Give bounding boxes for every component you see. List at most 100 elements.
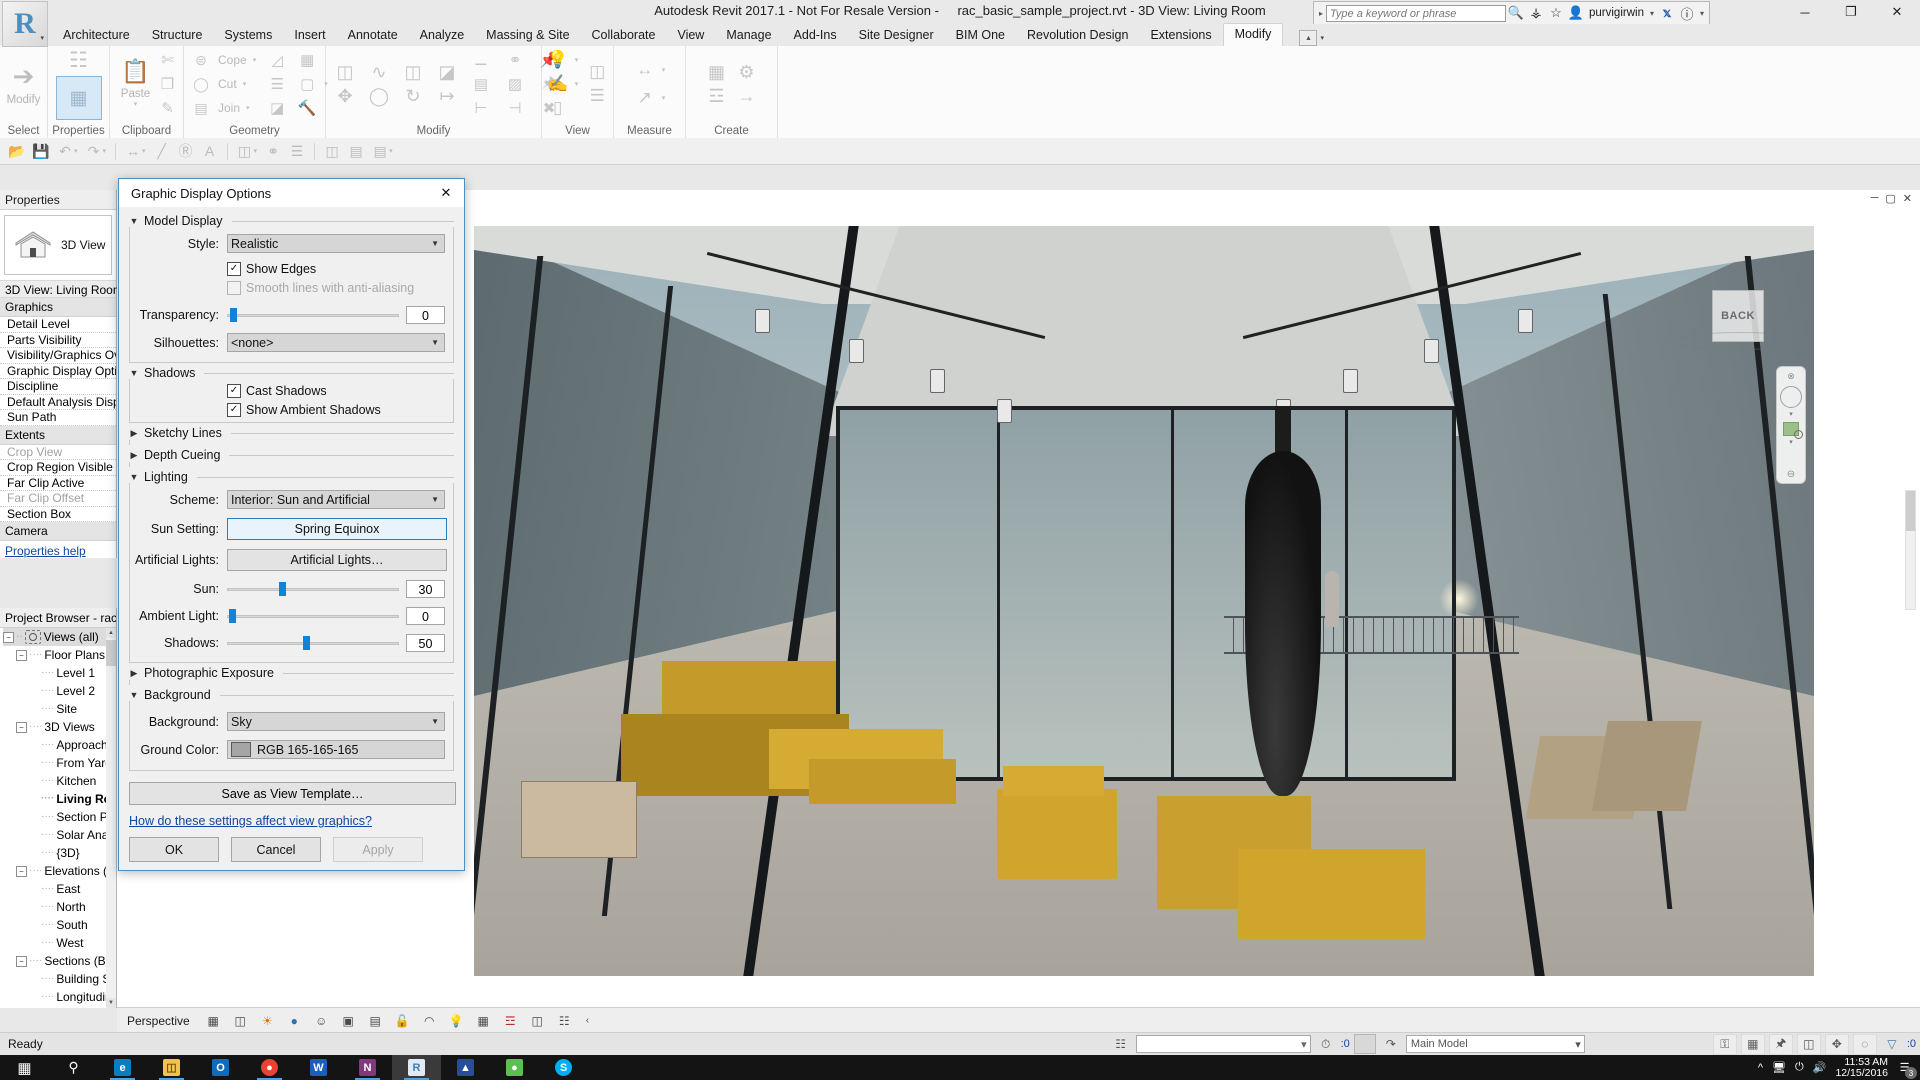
cut-geometry-icon[interactable]: ◯ [190,74,212,94]
filter-icon[interactable]: ▽ [1881,1035,1903,1054]
split-with-gap-icon[interactable]: ⚭ [504,50,526,70]
select-links-icon[interactable]: ⚿ [1712,1033,1737,1055]
property-row-parts-visibility[interactable]: Parts Visibility [0,333,116,348]
tree-node-section-perspective[interactable]: ···· Section Pe [3,808,116,826]
ok-button[interactable]: OK [129,837,219,862]
show-edges-checkbox[interactable]: ✓ [227,262,241,276]
beam-join-icon[interactable]: ▢ [296,74,318,94]
taskbar-outlook[interactable]: O [196,1055,245,1080]
copy-element-icon[interactable]: ◯ [368,86,390,106]
taskbar-search-button[interactable]: ⚲ [49,1055,98,1080]
switch-join-icon[interactable]: ◪ [266,98,288,118]
redo-chevron-icon[interactable]: ▾ [103,147,107,155]
tab-architecture[interactable]: Architecture [52,25,141,46]
type-selector[interactable]: 3D View [4,215,112,275]
move-icon[interactable]: ✥ [334,86,356,106]
rendering-dialog-icon[interactable]: ☺ [312,1012,331,1030]
tag-by-category-icon[interactable]: Ⓡ [175,141,197,162]
scale-icon[interactable]: ▨ [504,74,526,94]
tree-expander-icon[interactable]: − [16,649,27,661]
user-name-label[interactable]: purvigirwin [1586,7,1647,19]
design-options-chevron-icon[interactable]: ▾ [1301,1038,1307,1051]
demolish-icon[interactable]: ☰ [266,74,288,94]
property-row-graphic-display-options[interactable]: Graphic Display Opti [0,364,116,379]
search-input[interactable]: Type a keyword or phrase [1326,4,1506,22]
revit-application-menu-button[interactable]: R ▾ [2,1,48,47]
text-icon[interactable]: A [199,141,221,162]
style-dropdown[interactable]: Realistic ▼ [227,234,445,253]
panel-label-select[interactable]: Select [0,125,47,137]
scheme-dropdown[interactable]: Interior: Sun and Artificial ▼ [227,490,445,509]
property-row-section-box[interactable]: Section Box [0,507,116,522]
section-header-lighting[interactable]: ▼ Lighting [129,470,454,484]
property-row-discipline[interactable]: Discipline [0,379,116,395]
tab-extensions[interactable]: Extensions [1139,25,1222,46]
select-underlay-icon[interactable]: ▦ [1740,1033,1765,1055]
paintbrush-icon[interactable]: ✍ [547,74,569,94]
minimize-button[interactable]: ─ [1782,0,1828,24]
dialog-title-bar[interactable]: Graphic Display Options ✕ [119,179,464,207]
view-vertical-scrollbar[interactable] [1905,490,1916,610]
slider-thumb[interactable] [230,308,238,322]
detail-line-icon[interactable]: ╱ [151,141,173,162]
taskbar-navisworks[interactable]: ▲ [441,1055,490,1080]
tray-expand-chevron-icon[interactable]: ^ [1758,1062,1763,1074]
create-assembly-icon[interactable]: → [736,86,758,106]
transparency-value[interactable]: 0 [406,306,445,324]
search-icon[interactable]: 🔍 [1506,3,1526,23]
light-source-icon[interactable]: 💡 [547,50,569,70]
tab-revolution-design[interactable]: Revolution Design [1016,25,1139,46]
property-row-detail-level[interactable]: Detail Level [0,317,116,333]
property-row-crop-view[interactable]: Crop View [0,445,116,460]
scroll-down-icon[interactable]: ▼ [106,998,116,1008]
start-button[interactable]: ▦ [0,1055,49,1080]
property-row-sun-path[interactable]: Sun Path [0,410,116,426]
analytical-model-icon[interactable]: ☲ [501,1012,520,1030]
measure-between-icon[interactable]: ↔ [634,60,656,80]
panel-label-modify[interactable]: Modify [326,125,541,137]
user-account-icon[interactable]: 👤 [1566,3,1586,23]
graphic-display-options-dialog[interactable]: Graphic Display Options ✕ ▼ Model Displa… [118,178,465,871]
tree-node-3d-views[interactable]: − ···· 3D Views [3,718,116,736]
temporary-hide-isolate-icon[interactable]: ◠ [420,1012,439,1030]
type-properties-icon[interactable]: ☷ [69,48,88,73]
join-icon[interactable]: ▤ [190,98,212,118]
create-group-icon[interactable]: ☲ [706,86,728,106]
cut-chevron-icon[interactable]: ▾ [243,80,247,88]
dialog-close-button[interactable]: ✕ [432,182,460,204]
user-menu-chevron-icon[interactable]: ▾ [1647,9,1657,18]
navbar-minimize-icon[interactable]: ⊖ [1787,469,1795,480]
sun-slider[interactable] [227,581,399,597]
tree-node-east[interactable]: ···· East [3,880,116,898]
modify-tool-button[interactable]: ➔ Modify [0,63,47,106]
copy-icon[interactable]: ❐ [157,74,179,94]
default-3d-view-icon[interactable]: ◫ [234,141,256,162]
sun-path-icon[interactable]: ☀ [258,1012,277,1030]
save-icon[interactable]: 💾 [30,141,52,162]
tree-node-approach[interactable]: ···· Approach [3,736,116,754]
subscription-icon[interactable]: ⚶ [1526,3,1546,23]
rotate-icon[interactable]: ↻ [402,86,424,106]
section-icon[interactable]: ⚭ [262,141,284,162]
panel-label-clipboard[interactable]: Clipboard [110,125,183,137]
viewcube-compass-ring[interactable] [1674,332,1806,350]
tree-node-stair-section[interactable]: ···· Stair Section [3,1006,116,1008]
taskbar-chrome[interactable]: ● [245,1055,294,1080]
view-restore-icon[interactable]: ▢ [1885,192,1895,205]
properties-help-link[interactable]: Properties help [0,541,116,558]
reveal-hidden-elements-icon[interactable]: 💡 [447,1012,466,1030]
thin-lines-icon[interactable]: ☰ [286,141,308,162]
paint-chevron-icon[interactable]: ▾ [575,80,579,88]
taskbar-clock[interactable]: 11:53 AM 12/15/2016 [1835,1056,1888,1079]
chevron-right-icon[interactable]: ▶ [129,668,139,679]
dialog-help-link[interactable]: How do these settings affect view graphi… [129,814,372,828]
view-minimize-icon[interactable]: ─ [1871,192,1879,205]
zoom-chevron-icon[interactable]: ▾ [1789,438,1793,446]
active-design-option-icon[interactable]: ↷ [1380,1034,1402,1054]
dimension-chevron-icon[interactable]: ▾ [142,147,146,155]
view-vertical-scroll-thumb[interactable] [1906,491,1915,531]
tree-node-longitudinal-section[interactable]: ···· Longitudinal Section [3,988,116,1006]
chevron-right-icon[interactable]: ▶ [129,450,139,461]
design-options-icon[interactable]: ☷ [1110,1034,1132,1054]
windows-chevron-icon[interactable]: ▾ [389,147,393,155]
